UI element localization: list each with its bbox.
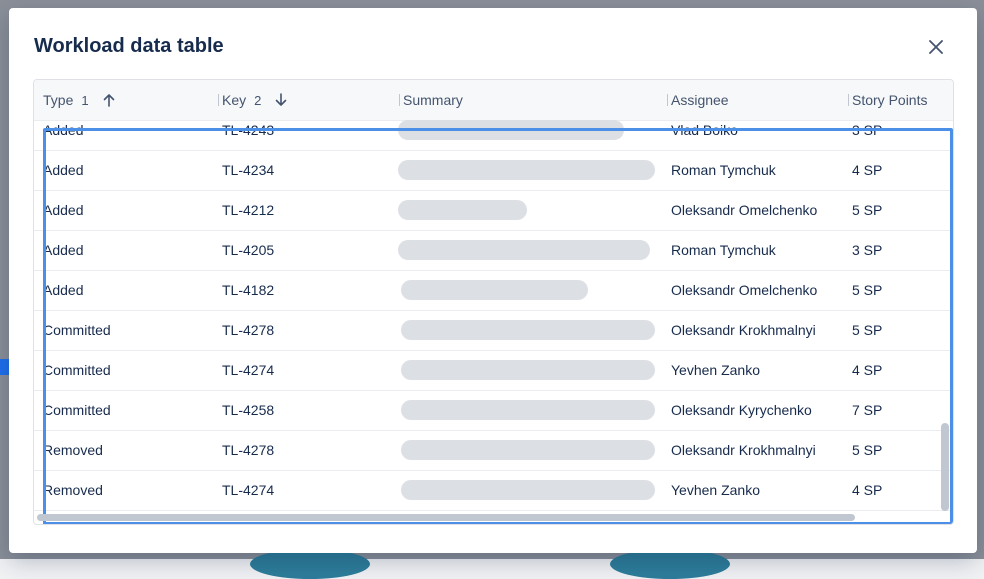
story-points-cell: 5 SP: [852, 282, 883, 298]
summary-cell: [401, 350, 655, 390]
type-cell: Removed: [43, 482, 103, 498]
key-cell: TL-4205: [222, 242, 275, 258]
workload-data-modal: Workload data table Type 1 Key 2 Summary…: [9, 8, 977, 553]
type-cell: Added: [43, 282, 84, 298]
story-points-cell: 4 SP: [852, 482, 883, 498]
summary-placeholder: [401, 280, 588, 300]
story-points-cell: 4 SP: [852, 362, 883, 378]
story-points-cell: 7 SP: [852, 402, 883, 418]
table-row[interactable]: Added TL-4212 Oleksandr Omelchenko 5 SP: [34, 190, 953, 231]
summary-placeholder: [401, 360, 655, 380]
column-divider: [848, 94, 849, 106]
assignee-cell: Vlad Boiko: [671, 122, 738, 138]
background-badge: [0, 359, 9, 375]
table-row[interactable]: Removed TL-4274 Yevhen Zanko 4 SP: [34, 470, 953, 511]
assignee-cell: Roman Tymchuk: [671, 162, 776, 178]
column-label: Story Points: [852, 92, 928, 108]
summary-cell: [398, 110, 624, 150]
summary-placeholder: [398, 200, 527, 220]
assignee-cell: Oleksandr Krokhmalnyi: [671, 322, 816, 338]
arrow-down-icon: [275, 93, 287, 107]
column-divider: [399, 94, 400, 106]
type-cell: Added: [43, 242, 84, 258]
key-cell: TL-4274: [222, 362, 275, 378]
story-points-cell: 3 SP: [852, 122, 883, 138]
story-points-cell: 5 SP: [852, 442, 883, 458]
background-shape: [250, 549, 370, 579]
key-cell: TL-4182: [222, 282, 275, 298]
key-cell: TL-4278: [222, 442, 275, 458]
summary-cell: [398, 150, 655, 190]
assignee-cell: Roman Tymchuk: [671, 242, 776, 258]
table-row[interactable]: Added TL-4205 Roman Tymchuk 3 SP: [34, 230, 953, 271]
table-row[interactable]: Committed TL-4274 Yevhen Zanko 4 SP: [34, 350, 953, 391]
workload-table: Type 1 Key 2 Summary Assignee Story Poin…: [33, 79, 954, 525]
column-divider: [218, 94, 219, 106]
close-button[interactable]: [924, 35, 948, 59]
type-cell: Committed: [43, 402, 111, 418]
assignee-cell: Oleksandr Omelchenko: [671, 282, 818, 298]
assignee-cell: Oleksandr Kyrychenko: [671, 402, 812, 418]
story-points-cell: 5 SP: [852, 322, 883, 338]
sort-order-badge: 2: [254, 92, 262, 108]
column-label: Assignee: [671, 92, 729, 108]
summary-cell: [398, 230, 650, 270]
key-cell: TL-4274: [222, 482, 275, 498]
column-label: Summary: [403, 92, 463, 108]
type-cell: Committed: [43, 322, 111, 338]
assignee-cell: Oleksandr Omelchenko: [671, 202, 818, 218]
summary-cell: [401, 430, 655, 470]
type-cell: Added: [43, 122, 84, 138]
vertical-scrollbar[interactable]: [941, 423, 949, 511]
summary-placeholder: [398, 120, 624, 140]
table-row[interactable]: Removed TL-4278 Oleksandr Krokhmalnyi 5 SP: [34, 430, 953, 471]
summary-cell: [401, 390, 655, 430]
horizontal-scrollbar[interactable]: [37, 514, 855, 521]
background-shape: [610, 549, 730, 579]
key-cell: TL-4243: [222, 122, 275, 138]
summary-cell: [398, 190, 527, 230]
close-icon: [929, 40, 943, 54]
table-row[interactable]: Committed TL-4258 Oleksandr Kyrychenko 7 SP: [34, 390, 953, 431]
column-label: Type: [43, 92, 74, 108]
sort-order-badge: 1: [81, 92, 89, 108]
type-cell: Committed: [43, 362, 111, 378]
key-cell: TL-4258: [222, 402, 275, 418]
story-points-cell: 4 SP: [852, 162, 883, 178]
story-points-cell: 3 SP: [852, 242, 883, 258]
summary-cell: [401, 310, 655, 350]
key-cell: TL-4212: [222, 202, 275, 218]
summary-placeholder: [401, 480, 655, 500]
summary-placeholder: [401, 440, 655, 460]
key-cell: TL-4278: [222, 322, 275, 338]
modal-title: Workload data table: [34, 35, 224, 57]
type-cell: Added: [43, 202, 84, 218]
assignee-cell: Oleksandr Krokhmalnyi: [671, 442, 816, 458]
summary-placeholder: [401, 400, 655, 420]
assignee-cell: Yevhen Zanko: [671, 362, 760, 378]
summary-placeholder: [398, 160, 655, 180]
summary-placeholder: [401, 320, 655, 340]
story-points-cell: 5 SP: [852, 202, 883, 218]
column-label: Key: [222, 92, 247, 108]
summary-cell: [401, 270, 588, 310]
assignee-cell: Yevhen Zanko: [671, 482, 760, 498]
type-cell: Removed: [43, 442, 103, 458]
table-row[interactable]: Committed TL-4278 Oleksandr Krokhmalnyi 5 S…: [34, 310, 953, 351]
table-row[interactable]: Added TL-4182 Oleksandr Omelchenko 5 SP: [34, 270, 953, 311]
key-cell: TL-4234: [222, 162, 275, 178]
arrow-up-icon: [103, 93, 115, 107]
column-divider: [667, 94, 668, 106]
summary-cell: [401, 470, 655, 510]
table-row[interactable]: Added TL-4234 Roman Tymchuk 4 SP: [34, 150, 953, 191]
summary-placeholder: [398, 240, 650, 260]
table-row[interactable]: Added TL-4243 Vlad Boiko 3 SP: [34, 110, 953, 151]
type-cell: Added: [43, 162, 84, 178]
